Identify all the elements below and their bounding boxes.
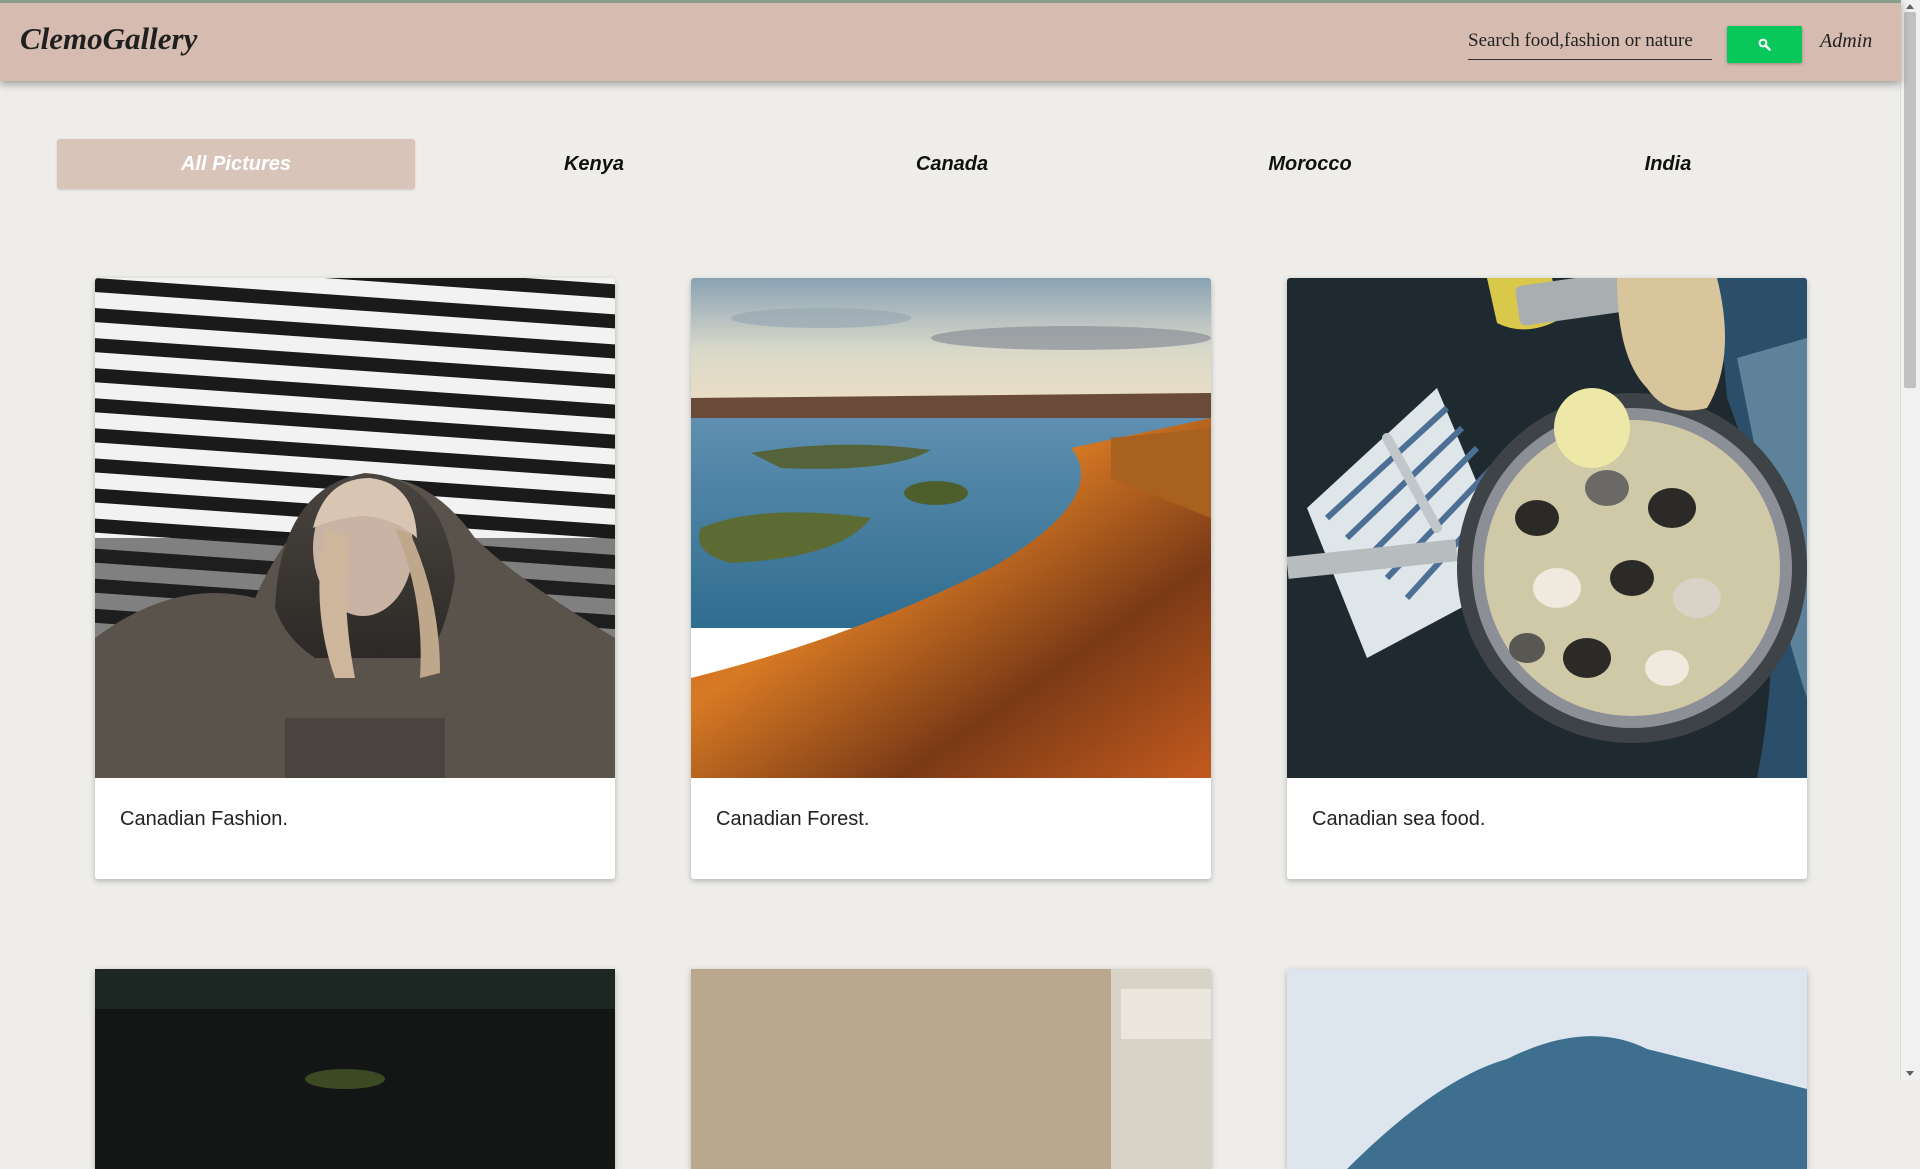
scroll-down-arrow-icon[interactable] — [1906, 1071, 1914, 1076]
gallery-card[interactable] — [95, 969, 615, 1169]
mountain-sky-photo — [1287, 969, 1807, 1169]
woman-in-hoodie-photo — [95, 278, 615, 778]
clams-pan-photo — [1287, 278, 1807, 778]
beige-fabric-photo — [691, 969, 1211, 1169]
autumn-lake-forest-photo — [691, 278, 1211, 778]
admin-link[interactable]: Admin — [1820, 30, 1872, 53]
gallery-card[interactable]: Canadian sea food. — [1287, 278, 1807, 879]
gallery-card[interactable]: Canadian Fashion. — [95, 278, 615, 879]
tab-morocco[interactable]: Morocco — [1131, 139, 1489, 189]
search-icon — [1758, 38, 1771, 51]
gallery-card[interactable] — [1287, 969, 1807, 1169]
page-scrollbar[interactable] — [1900, 0, 1920, 1080]
card-caption: Canadian Forest. — [716, 808, 870, 830]
dark-plant-photo — [95, 969, 615, 1169]
gallery-card[interactable]: Canadian Forest. — [691, 278, 1211, 879]
search-input[interactable] — [1468, 23, 1712, 60]
tab-kenya[interactable]: Kenya — [415, 139, 773, 189]
navbar: ClemoGallery Admin — [0, 0, 1901, 81]
tab-canada[interactable]: Canada — [773, 139, 1131, 189]
scroll-up-arrow-icon[interactable] — [1906, 4, 1914, 9]
tab-all-pictures[interactable]: All Pictures — [57, 139, 415, 189]
search-button[interactable] — [1727, 26, 1802, 63]
category-tabs: All Pictures Kenya Canada Morocco India — [57, 139, 1847, 189]
brand-logo[interactable]: ClemoGallery — [20, 21, 197, 57]
card-caption: Canadian sea food. — [1312, 808, 1486, 830]
card-caption: Canadian Fashion. — [120, 808, 288, 830]
tab-india[interactable]: India — [1489, 139, 1847, 189]
gallery-card[interactable] — [691, 969, 1211, 1169]
scrollbar-thumb[interactable] — [1904, 12, 1916, 388]
